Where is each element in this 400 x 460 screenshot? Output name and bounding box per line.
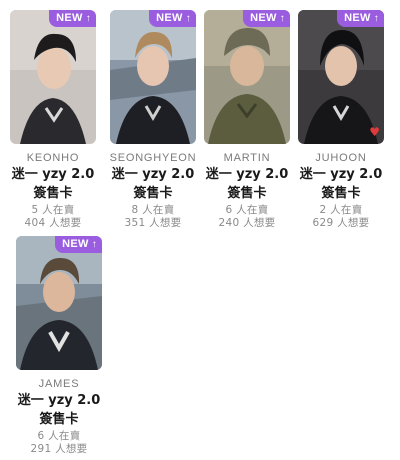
selling-count: 6 人在賣: [37, 430, 81, 442]
selling-count: 5 人在賣: [31, 204, 75, 216]
new-badge: NEW ↑: [149, 10, 196, 27]
photocard-image[interactable]: NEW ↑: [110, 10, 196, 144]
card-title-line2: 簽售卡: [33, 186, 73, 201]
wanting-count: 351 人想要: [124, 217, 182, 229]
card-title-line2: 簽售卡: [227, 186, 267, 201]
photocard-item[interactable]: NEW ↑ MARTIN 迷一 yzy 2.0 簽售卡 6 人在賣 240 人想要: [200, 10, 294, 230]
photocard-image[interactable]: NEW ↑: [16, 236, 102, 370]
photocard-item[interactable]: NEW ↑ ♥ JUHOON 迷一 yzy 2.0 簽售卡 2 人在賣 629 人…: [294, 10, 388, 230]
photocard-image[interactable]: NEW ↑: [204, 10, 290, 144]
wanting-count: 240 人想要: [218, 217, 276, 229]
arrow-up-icon: ↑: [373, 13, 379, 24]
wanting-count: 291 人想要: [30, 443, 88, 455]
card-title-line1: 迷一 yzy 2.0: [205, 167, 289, 182]
arrow-up-icon: ↑: [85, 13, 91, 24]
member-name: JAMES: [38, 378, 80, 390]
arrow-up-icon: ↑: [279, 13, 285, 24]
selling-count: 6 人在賣: [225, 204, 269, 216]
arrow-up-icon: ↑: [185, 13, 191, 24]
card-title-line1: 迷一 yzy 2.0: [111, 167, 195, 182]
photocard-grid: NEW ↑ KEONHO 迷一 yzy 2.0 簽售卡 5 人在賣 404 人想要…: [0, 0, 400, 460]
member-name: SEONGHYEON: [109, 152, 197, 164]
card-title-line1: 迷一 yzy 2.0: [299, 167, 383, 182]
photocard-image[interactable]: NEW ↑ ♥: [298, 10, 384, 144]
card-title-line1: 迷一 yzy 2.0: [17, 393, 101, 408]
selling-count: 8 人在賣: [131, 204, 175, 216]
new-badge: NEW ↑: [49, 10, 96, 27]
new-badge: NEW ↑: [337, 10, 384, 27]
card-title-line2: 簽售卡: [321, 186, 361, 201]
photocard-item[interactable]: NEW ↑ JAMES 迷一 yzy 2.0 簽售卡 6 人在賣 291 人想要: [12, 236, 106, 456]
arrow-up-icon: ↑: [91, 239, 97, 250]
selling-count: 2 人在賣: [319, 204, 363, 216]
member-name: MARTIN: [223, 152, 271, 164]
wanting-count: 404 人想要: [24, 217, 82, 229]
member-name: JUHOON: [315, 152, 367, 164]
new-badge: NEW ↑: [243, 10, 290, 27]
member-name: KEONHO: [26, 152, 80, 164]
photocard-item[interactable]: NEW ↑ KEONHO 迷一 yzy 2.0 簽售卡 5 人在賣 404 人想要: [6, 10, 100, 230]
photocard-item[interactable]: NEW ↑ SEONGHYEON 迷一 yzy 2.0 簽售卡 8 人在賣 351…: [106, 10, 200, 230]
card-title-line2: 簽售卡: [133, 186, 173, 201]
wanting-count: 629 人想要: [312, 217, 370, 229]
heart-icon[interactable]: ♥: [369, 126, 380, 138]
card-title-line2: 簽售卡: [39, 412, 79, 427]
new-badge: NEW ↑: [55, 236, 102, 253]
photocard-image[interactable]: NEW ↑: [10, 10, 96, 144]
card-title-line1: 迷一 yzy 2.0: [11, 167, 95, 182]
